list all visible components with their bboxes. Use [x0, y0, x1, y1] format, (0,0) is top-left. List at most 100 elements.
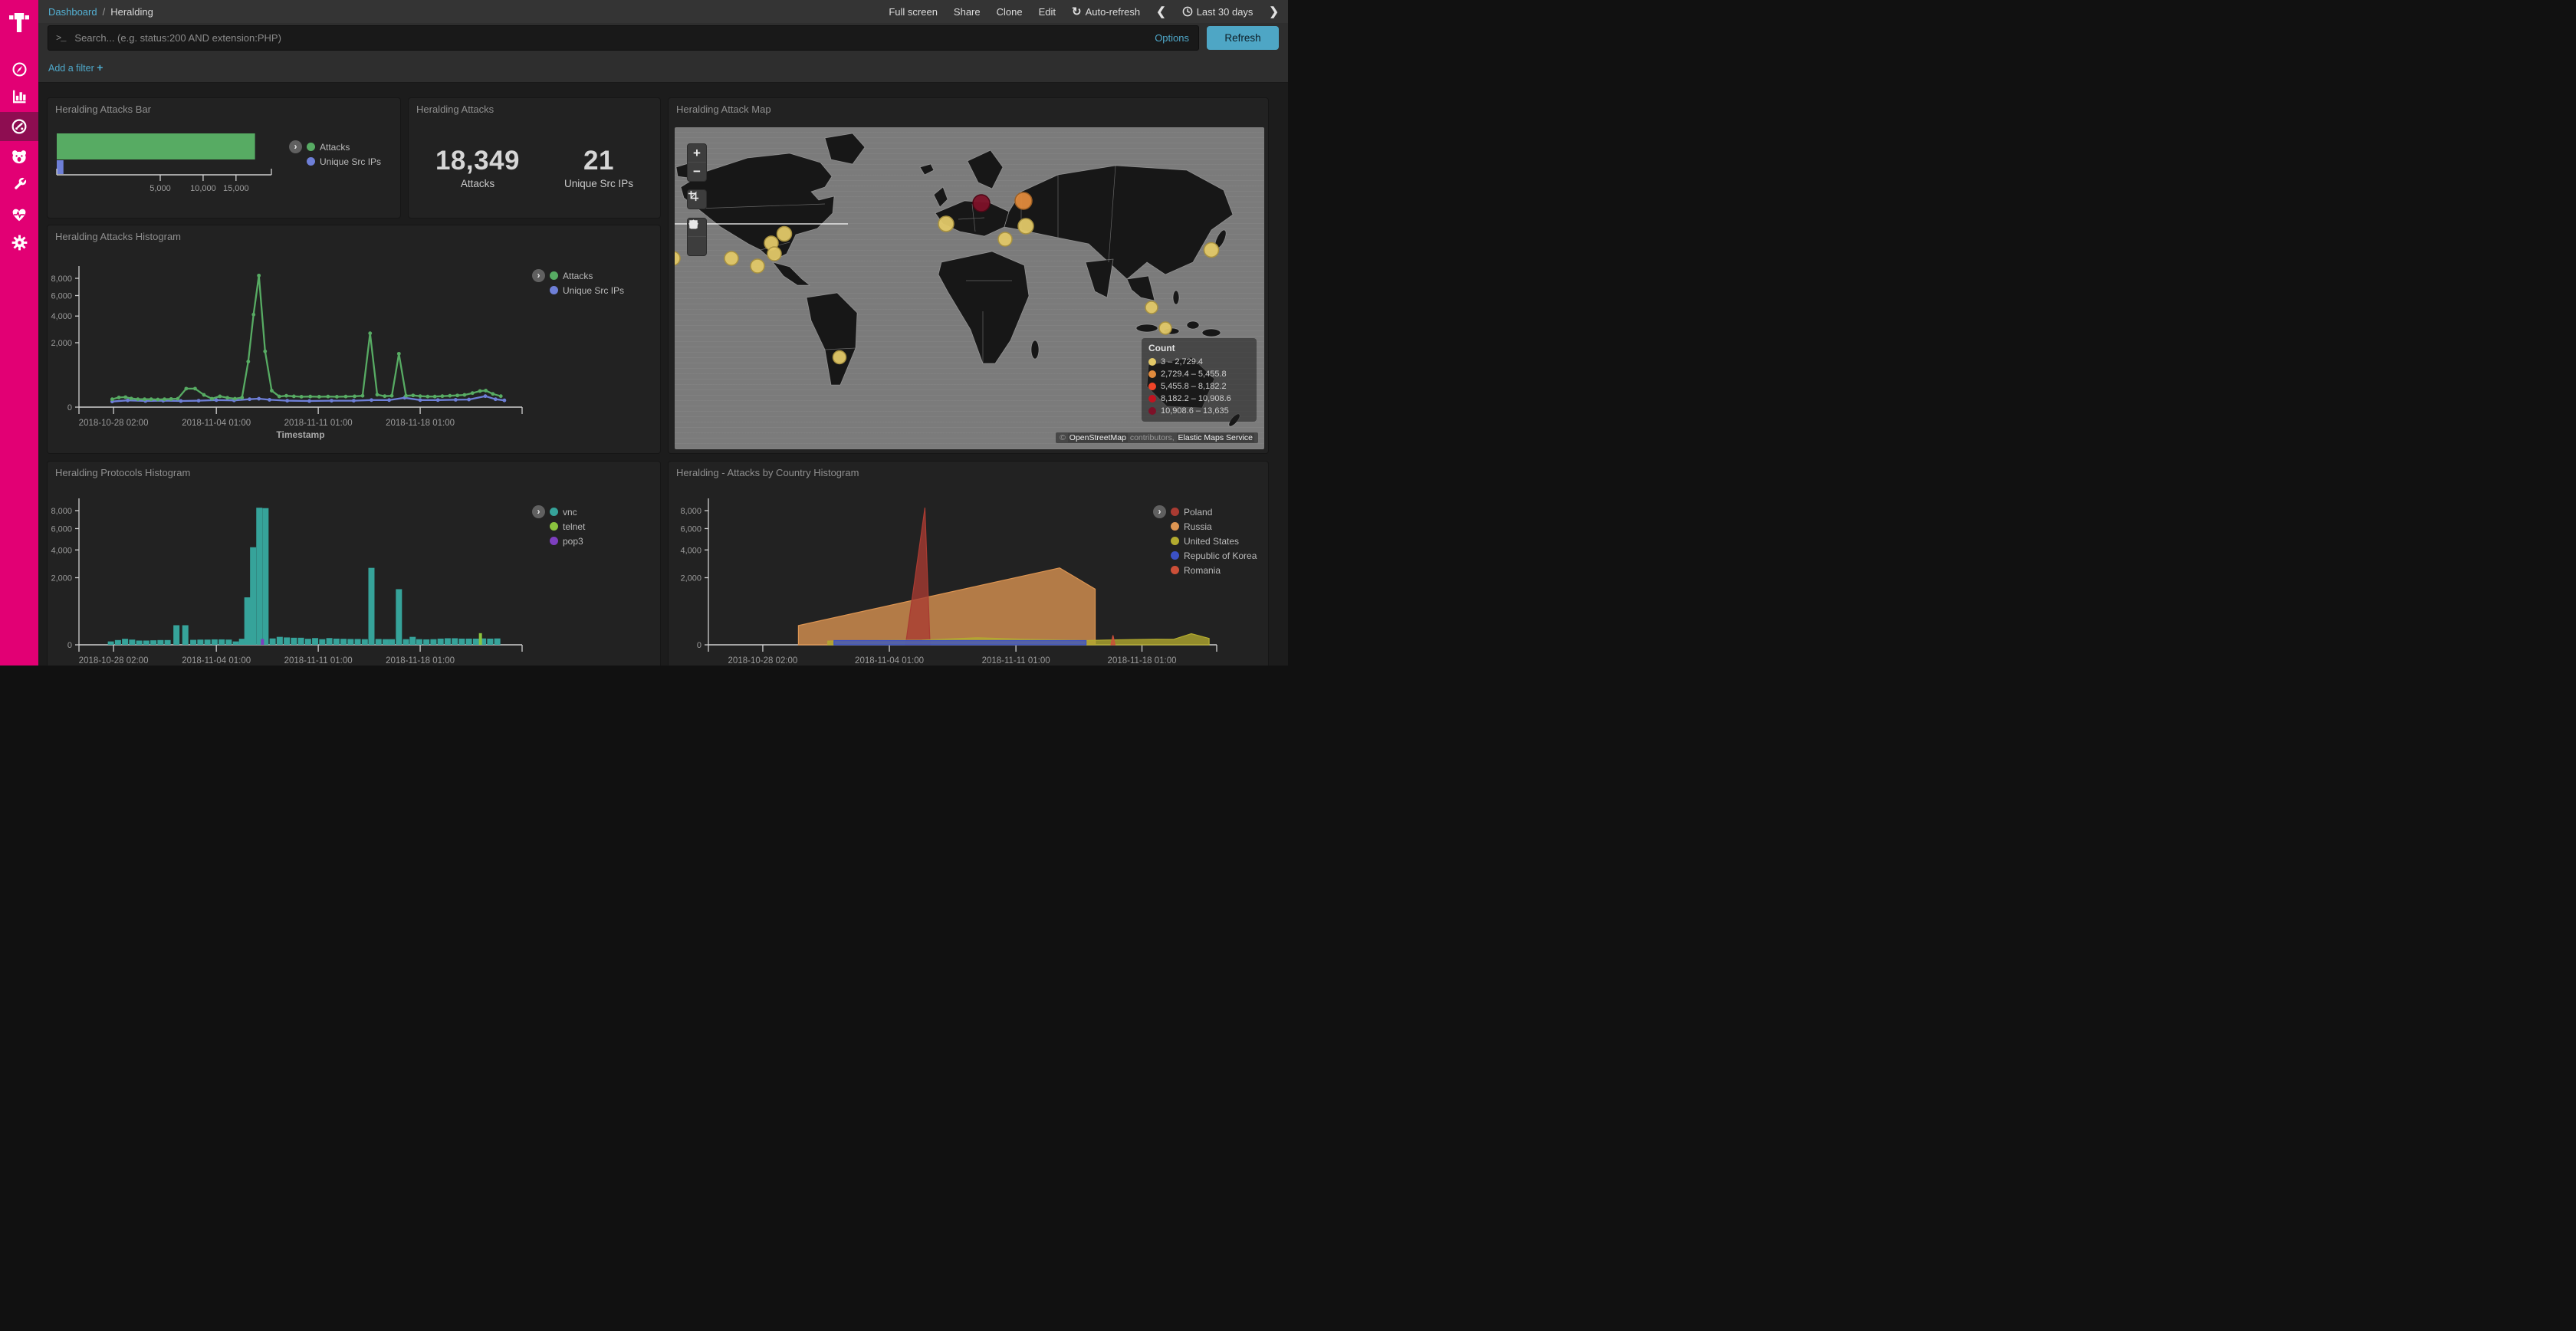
- legend-dot-icon: [550, 522, 558, 531]
- svg-text:6,000: 6,000: [51, 292, 72, 301]
- elastic-maps-link[interactable]: Elastic Maps Service: [1177, 433, 1254, 442]
- options-link[interactable]: Options: [1155, 32, 1191, 44]
- legend-dot-icon: [1148, 383, 1156, 390]
- svg-text:2018-11-18 01:00: 2018-11-18 01:00: [1108, 656, 1177, 666]
- crop-icon[interactable]: [688, 190, 706, 209]
- time-range-picker[interactable]: Last 30 days: [1182, 6, 1254, 18]
- svg-text:4,000: 4,000: [51, 312, 72, 321]
- openstreetmap-link[interactable]: OpenStreetMap: [1068, 433, 1128, 442]
- breadcrumb: Dashboard / Heralding: [38, 6, 153, 18]
- protocols-histogram-legend-item[interactable]: vnc: [550, 504, 585, 519]
- sidebar-item-dashboard[interactable]: [0, 112, 38, 141]
- search-box: >_ Options: [48, 25, 1199, 51]
- legend-range-label: 2,729.4 – 5,455.8: [1161, 370, 1227, 379]
- country-histogram-legend-item[interactable]: Russia: [1171, 519, 1257, 534]
- rectangle-tool-icon[interactable]: [688, 237, 706, 255]
- legend-dot-icon: [550, 271, 558, 280]
- time-back-icon[interactable]: ❮: [1156, 5, 1166, 18]
- map-count-legend: Count 3 – 2,729.42,729.4 – 5,455.85,455.…: [1142, 338, 1257, 422]
- attacks-bar-legend: ›AttacksUnique Src IPs: [307, 140, 381, 169]
- refresh-cycle-icon: ↻: [1072, 6, 1082, 18]
- protocols-histogram-legend-item[interactable]: telnet: [550, 519, 585, 534]
- telekom-logo[interactable]: [0, 6, 38, 37]
- attacks-bar-legend-item[interactable]: Attacks: [307, 140, 381, 154]
- main-column: Dashboard / Heralding Full screen Share …: [38, 0, 1288, 666]
- attacks-histogram-legend-toggle-icon[interactable]: ›: [532, 269, 545, 282]
- panel-title[interactable]: Heralding - Attacks by Country Histogram: [676, 467, 859, 478]
- edit-button[interactable]: Edit: [1039, 6, 1056, 18]
- attacks-histogram-chart[interactable]: 02,0004,0006,0008,0002018-10-28 02:00201…: [48, 225, 662, 455]
- zoom-in-button[interactable]: +: [688, 144, 706, 163]
- legend-label: Romania: [1184, 565, 1221, 576]
- attacks-histogram-legend: ›AttacksUnique Src IPs: [550, 268, 624, 297]
- svg-text:2018-10-28 02:00: 2018-10-28 02:00: [728, 656, 798, 666]
- search-bar-row: >_ Options Refresh: [38, 23, 1288, 53]
- terminal-prompt-icon: >_: [56, 33, 65, 44]
- sidebar-item-monitoring[interactable]: [0, 200, 38, 229]
- svg-text:2,000: 2,000: [51, 574, 72, 583]
- full-screen-button[interactable]: Full screen: [889, 6, 938, 18]
- breadcrumb-dashboard[interactable]: Dashboard: [48, 6, 97, 18]
- search-input[interactable]: [73, 31, 1147, 44]
- panel-title[interactable]: Heralding Attacks Histogram: [55, 231, 181, 242]
- attacks-histogram-legend-item[interactable]: Attacks: [550, 268, 624, 283]
- panel-title[interactable]: Heralding Attacks Bar: [55, 104, 151, 115]
- panel-country-histogram: Heralding - Attacks by Country Histogram…: [668, 461, 1269, 666]
- svg-text:2018-11-11 01:00: 2018-11-11 01:00: [284, 419, 353, 428]
- map-legend-item: 8,182.2 – 10,908.6: [1148, 393, 1250, 405]
- panel-protocols-histogram: Heralding Protocols Histogram 02,0004,00…: [47, 461, 661, 666]
- panel-title[interactable]: Heralding Protocols Histogram: [55, 467, 190, 478]
- legend-label: telnet: [563, 521, 585, 532]
- add-filter-link[interactable]: Add a filter +: [48, 61, 103, 74]
- nav-actions: Full screen Share Clone Edit ↻ Auto-refr…: [889, 5, 1288, 18]
- legend-label: Russia: [1184, 521, 1212, 532]
- telekom-t-icon: [8, 10, 30, 33]
- map-legend-item: 5,455.8 – 8,182.2: [1148, 380, 1250, 393]
- sidebar-item-honeypot[interactable]: [0, 142, 38, 171]
- sidebar-item-management[interactable]: [0, 228, 38, 257]
- legend-dot-icon: [1171, 537, 1179, 545]
- svg-text:2018-11-18 01:00: 2018-11-18 01:00: [386, 656, 455, 666]
- sidebar-item-dev-tools[interactable]: [0, 169, 38, 199]
- svg-text:2018-11-11 01:00: 2018-11-11 01:00: [284, 656, 353, 666]
- country-histogram-legend-item[interactable]: Republic of Korea: [1171, 548, 1257, 563]
- share-button[interactable]: Share: [954, 6, 981, 18]
- heartbeat-icon: [11, 207, 28, 223]
- country-histogram-legend-item[interactable]: Romania: [1171, 563, 1257, 577]
- sidebar-item-discover[interactable]: [0, 54, 38, 84]
- country-histogram-legend-item[interactable]: United States: [1171, 534, 1257, 548]
- svg-text:4,000: 4,000: [51, 546, 72, 555]
- legend-label: United States: [1184, 536, 1239, 547]
- protocols-histogram-chart[interactable]: 02,0004,0006,0008,0002018-10-28 02:00201…: [48, 462, 662, 666]
- attack-map[interactable]: + −: [675, 127, 1264, 449]
- protocols-histogram-legend: ›vnctelnetpop3: [550, 504, 585, 548]
- sidebar-item-visualize[interactable]: [0, 81, 38, 110]
- country-histogram-legend-item[interactable]: Poland: [1171, 504, 1257, 519]
- legend-dot-icon: [1171, 508, 1179, 516]
- legend-dot-icon: [550, 286, 558, 294]
- protocols-histogram-legend-toggle-icon[interactable]: ›: [532, 505, 545, 518]
- zoom-out-button[interactable]: −: [688, 163, 706, 181]
- panel-title[interactable]: Heralding Attacks: [416, 104, 494, 115]
- panel-title[interactable]: Heralding Attack Map: [676, 104, 771, 115]
- auto-refresh-button[interactable]: ↻ Auto-refresh: [1072, 6, 1140, 18]
- map-legend-item: 2,729.4 – 5,455.8: [1148, 368, 1250, 380]
- legend-label: Attacks: [320, 142, 350, 153]
- legend-dot-icon: [1171, 551, 1179, 560]
- panel-attacks-histogram: Heralding Attacks Histogram 02,0004,0006…: [47, 225, 661, 454]
- clone-button[interactable]: Clone: [997, 6, 1023, 18]
- legend-label: vnc: [563, 507, 577, 518]
- legend-dot-icon: [1148, 370, 1156, 378]
- refresh-button[interactable]: Refresh: [1207, 26, 1279, 50]
- time-forward-icon[interactable]: ❯: [1269, 5, 1279, 18]
- attacks-histogram-legend-item[interactable]: Unique Src IPs: [550, 283, 624, 297]
- svg-text:2018-11-04 01:00: 2018-11-04 01:00: [182, 419, 251, 428]
- attacks-bar-legend-toggle-icon[interactable]: ›: [289, 140, 302, 153]
- protocols-histogram-legend-item[interactable]: pop3: [550, 534, 585, 548]
- attacks-bar-legend-item[interactable]: Unique Src IPs: [307, 154, 381, 169]
- legend-dot-icon: [550, 508, 558, 516]
- country-histogram-legend-toggle-icon[interactable]: ›: [1153, 505, 1166, 518]
- zoom-control-group: + −: [687, 143, 707, 182]
- svg-text:8,000: 8,000: [51, 507, 72, 516]
- svg-text:10,000: 10,000: [190, 184, 216, 193]
